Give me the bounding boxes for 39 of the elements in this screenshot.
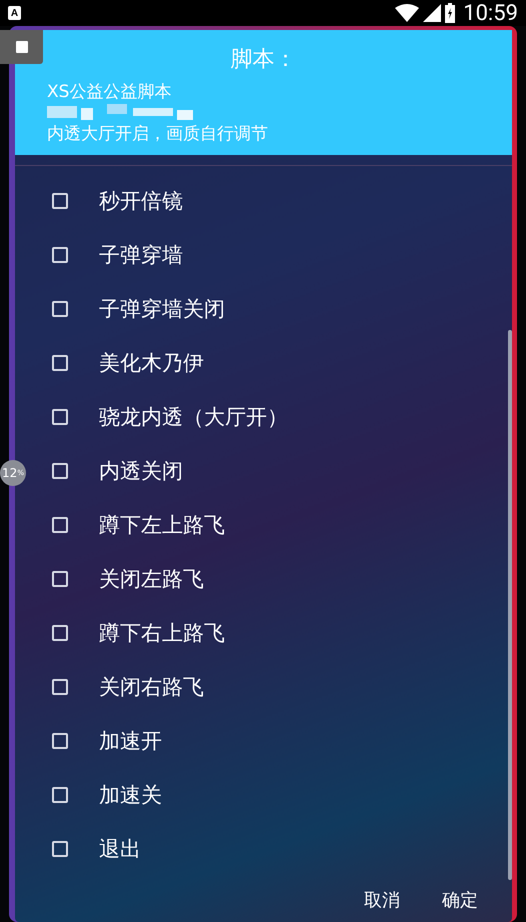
battery-icon [445,3,456,23]
checkbox[interactable] [52,409,68,425]
dialog-button[interactable]: 取消 [358,878,406,922]
option-label: 蹲下右上路飞 [99,620,225,647]
option-label: 加速开 [99,728,162,755]
option-label: 加速关 [99,782,162,809]
checkbox[interactable] [52,355,68,371]
script-name: XS公益公益脚本 [46,82,172,102]
progress-badge: 12$^{%}$ [0,460,26,486]
option-label: 秒开倍镜 [99,188,183,215]
signal-icon [423,4,442,22]
checkbox[interactable] [52,193,68,209]
checkbox[interactable] [52,733,68,749]
checkbox[interactable] [52,301,68,317]
stop-icon [16,41,28,53]
floating-button[interactable] [0,30,43,64]
option-label: 骁龙内透（大厅开） [99,404,288,431]
wifi-icon [395,4,420,22]
option-label: 子弹穿墙关闭 [99,296,225,323]
checkbox[interactable] [52,517,68,533]
checkbox[interactable] [52,841,68,857]
notification-icon: A [8,6,21,20]
option-label: 美化木乃伊 [99,350,204,377]
checkbox[interactable] [52,625,68,641]
checkbox[interactable] [52,571,68,587]
option-label: 关闭右路飞 [99,674,204,701]
option-label: 子弹穿墙 [99,242,183,269]
dialog-title: 脚本： [230,46,296,74]
dialog-button[interactable]: 确定 [436,878,484,922]
checkbox[interactable] [52,679,68,695]
option-label: 退出 [99,836,141,863]
option-label: 蹲下左上路飞 [99,512,225,539]
checkbox[interactable] [52,787,68,803]
checkbox[interactable] [52,463,68,479]
checkbox[interactable] [52,247,68,263]
clock-time: 10:59 [463,0,518,26]
script-note: 内透大厅开启，画质自行调节 [46,124,269,144]
option-label: 关闭左路飞 [99,566,204,593]
option-label: 内透关闭 [99,458,183,485]
